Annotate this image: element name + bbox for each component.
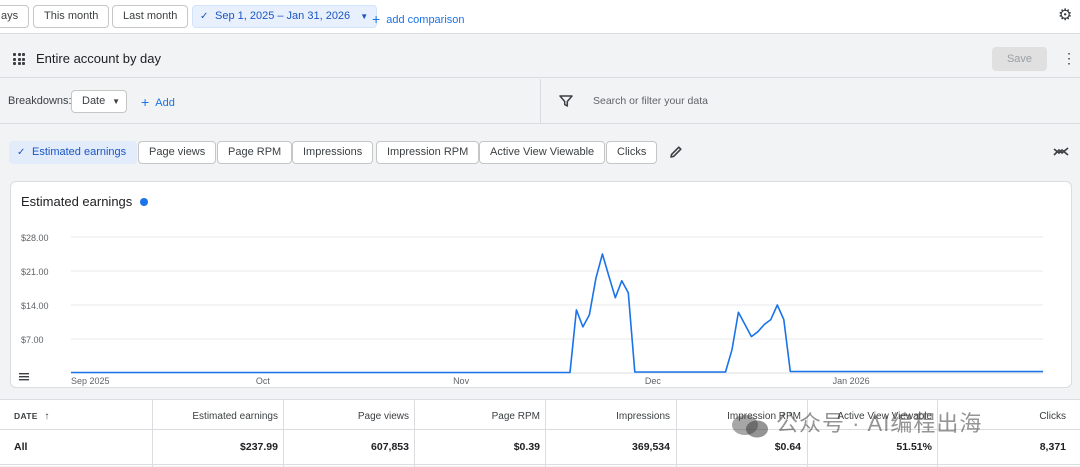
metric-selector: ✓ Estimated earnings Page views Page RPM… <box>0 125 1080 177</box>
top-toolbar: ays This month Last month ✓ Sep 1, 2025 … <box>0 0 1080 34</box>
column-header-page-views[interactable]: Page views <box>358 411 409 422</box>
column-header-estimated-earnings[interactable]: Estimated earnings <box>192 411 278 422</box>
search-filter-input[interactable]: Search or filter your data <box>593 95 708 107</box>
filter-icon[interactable] <box>559 94 573 108</box>
x-tick-label: Nov <box>453 376 470 386</box>
column-header-impressions[interactable]: Impressions <box>616 411 670 422</box>
date-range-label: Sep 1, 2025 – Jan 31, 2026 <box>215 10 351 22</box>
metric-chip-page-rpm[interactable]: Page RPM <box>217 141 293 164</box>
x-tick-label: Sep 2025 <box>71 376 110 386</box>
row-all-page-views: 607,853 <box>371 441 409 453</box>
add-comparison-label: add comparison <box>386 14 465 26</box>
metric-chip-impression-rpm[interactable]: Impression RPM <box>376 141 480 164</box>
column-header-date[interactable]: DATE ↑ <box>14 411 50 422</box>
col-divider <box>414 400 415 467</box>
y-tick-label: $14.00 <box>21 301 49 311</box>
metric-chip-active-view-viewable[interactable]: Active View Viewable <box>479 141 606 164</box>
x-tick-label: Dec <box>645 376 662 386</box>
column-header-clicks[interactable]: Clicks <box>1039 411 1066 422</box>
check-icon: ✓ <box>200 11 209 22</box>
column-header-page-rpm[interactable]: Page RPM <box>492 411 540 422</box>
apps-grid-icon[interactable] <box>13 53 25 65</box>
header-label: DATE <box>14 411 38 421</box>
y-tick-label: $21.00 <box>21 267 49 277</box>
add-breakdown-label: Add <box>155 97 175 109</box>
breakdowns-bar: Breakdowns: Date ▼ + Add Search or filte… <box>0 79 1080 124</box>
metric-chip-page-views[interactable]: Page views <box>138 141 217 164</box>
save-button[interactable]: Save <box>992 47 1047 71</box>
metric-label: Estimated earnings <box>32 146 127 158</box>
pencil-icon[interactable] <box>668 144 684 160</box>
report-header: Entire account by day Save ⋮ <box>0 40 1080 78</box>
divider <box>540 79 541 124</box>
row-all-estimated-earnings: $237.99 <box>240 441 278 453</box>
col-divider <box>283 400 284 467</box>
plus-icon: + <box>141 94 150 110</box>
metric-chip-estimated-earnings[interactable]: ✓ Estimated earnings <box>9 141 138 164</box>
breakdowns-label: Breakdowns: <box>8 95 72 107</box>
row-divider <box>0 464 1080 465</box>
row-all-impressions: 369,534 <box>632 441 670 453</box>
list-toggle-icon[interactable] <box>19 373 29 381</box>
metric-chip-impressions[interactable]: Impressions <box>292 141 374 164</box>
y-tick-label: $7.00 <box>21 335 44 345</box>
date-chip-last-days[interactable]: ays <box>0 5 30 28</box>
page-title: Entire account by day <box>36 51 162 66</box>
row-all-date: All <box>14 441 28 453</box>
earnings-series-line <box>71 253 1043 374</box>
row-all-clicks: 8,371 <box>1039 441 1066 453</box>
earnings-line-chart: $28.00 $21.00 $14.00 $7.00 Sep 2025 Oct Nov Dec… <box>19 233 1043 386</box>
gear-icon[interactable]: ⚙ <box>1058 8 1074 24</box>
breakdown-dropdown[interactable]: Date ▼ <box>71 90 127 113</box>
trend-toggle-icon[interactable] <box>1052 145 1070 159</box>
breakdown-selected: Date <box>82 95 106 107</box>
date-range-selector[interactable]: ✓ Sep 1, 2025 – Jan 31, 2026 ▼ <box>192 5 378 28</box>
y-tick-label: $28.00 <box>21 233 49 243</box>
row-all-page-rpm: $0.39 <box>513 441 540 453</box>
plus-icon: + <box>372 11 381 27</box>
date-chip-last-month[interactable]: Last month <box>112 5 189 28</box>
col-divider <box>152 400 153 467</box>
col-divider <box>676 400 677 467</box>
add-comparison-link[interactable]: + add comparison <box>372 10 465 27</box>
caret-down-icon: ▼ <box>360 12 369 21</box>
col-divider <box>545 400 546 467</box>
more-vert-icon[interactable]: ⋮ <box>1062 51 1076 65</box>
chart-card: Estimated earnings $28.00 $21.00 $14.00 $7.… <box>10 181 1072 388</box>
add-breakdown-link[interactable]: + Add <box>141 93 175 110</box>
metric-chip-clicks[interactable]: Clicks <box>606 141 658 164</box>
watermark-text: 公众号 · AI编程出海 <box>776 411 983 436</box>
x-tick-label: Oct <box>256 376 271 386</box>
wechat-logo-icon <box>732 415 768 438</box>
check-icon: ✓ <box>17 147 26 158</box>
x-tick-label: Jan 2026 <box>833 376 870 386</box>
arrow-up-icon: ↑ <box>44 411 50 422</box>
date-chip-this-month[interactable]: This month <box>33 5 110 28</box>
caret-down-icon: ▼ <box>112 97 120 106</box>
